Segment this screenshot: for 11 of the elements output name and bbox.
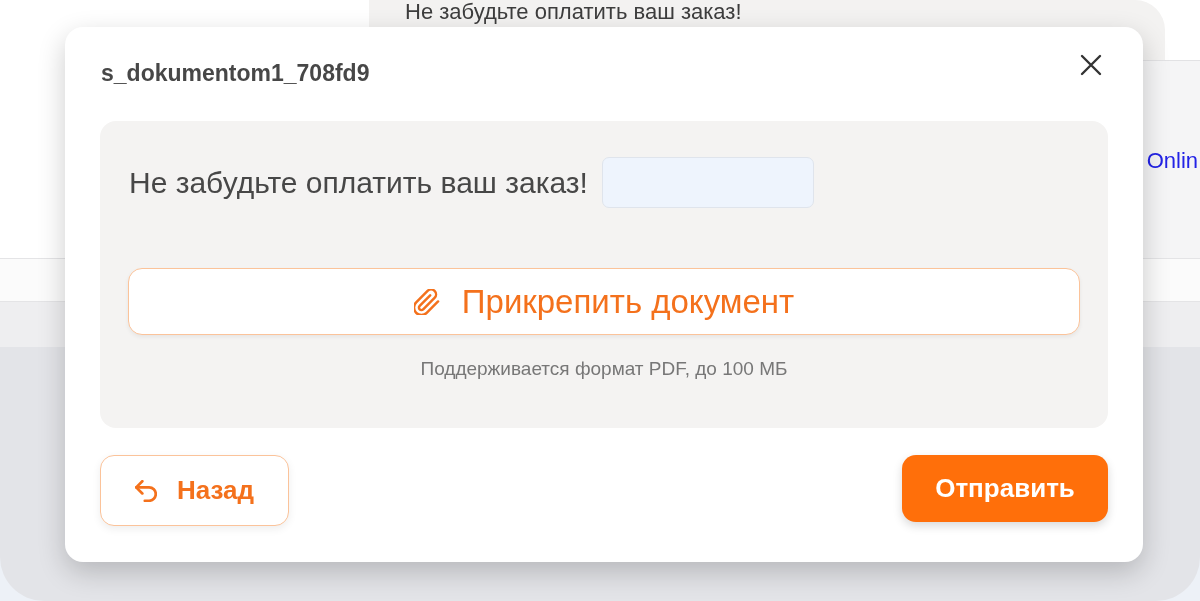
attach-button[interactable]: Прикрепить документ	[128, 268, 1080, 335]
send-button[interactable]: Отправить	[902, 455, 1108, 522]
side-link[interactable]: Onlin	[1146, 147, 1198, 175]
paperclip-icon	[413, 288, 440, 315]
message-text: Не забудьте оплатить ваш заказ!	[129, 164, 588, 201]
back-button[interactable]: Назад	[100, 455, 289, 526]
return-arrow-icon	[134, 479, 157, 502]
format-hint: Поддерживается формат PDF, до 100 МБ	[420, 357, 788, 381]
banner-text: Не забудьте оплатить ваш заказ!	[405, 0, 742, 24]
close-icon[interactable]	[1080, 54, 1102, 76]
dialog-title: s_dokumentom1_708fd9	[101, 59, 370, 88]
